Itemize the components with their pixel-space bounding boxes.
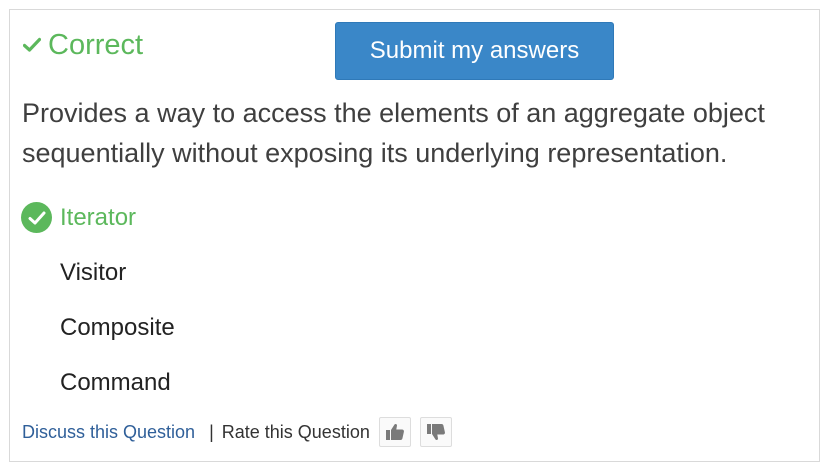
discuss-question-link[interactable]: Discuss this Question [22, 422, 195, 443]
thumbs-down-button[interactable] [419, 417, 452, 447]
check-circle-icon [21, 202, 52, 233]
option-iterator[interactable]: Iterator [21, 190, 175, 245]
question-footer: Discuss this Question | Rate this Questi… [22, 416, 452, 448]
option-label: Iterator [60, 203, 137, 231]
question-text: Provides a way to access the elements of… [22, 98, 765, 168]
option-visitor[interactable]: Visitor [21, 245, 175, 300]
option-composite[interactable]: Composite [21, 300, 175, 355]
option-label: Composite [60, 313, 175, 341]
check-icon [23, 37, 41, 52]
thumbs-up-button[interactable] [378, 417, 411, 447]
thumbs-down-icon [426, 424, 445, 441]
result-indicator: Correct [23, 28, 143, 62]
option-command[interactable]: Command [21, 355, 175, 410]
option-label: Visitor [60, 258, 127, 286]
footer-separator: | [209, 421, 214, 442]
answer-options: Iterator Visitor Composite Command [21, 190, 175, 410]
submit-answers-button[interactable]: Submit my answers [335, 22, 614, 80]
result-label: Correct [48, 29, 144, 61]
thumbs-up-icon [385, 423, 404, 440]
option-label: Command [60, 368, 171, 396]
question-card: Correct Submit my answers Provides a way… [9, 9, 820, 462]
rate-question-label: Rate this Question [221, 421, 370, 442]
